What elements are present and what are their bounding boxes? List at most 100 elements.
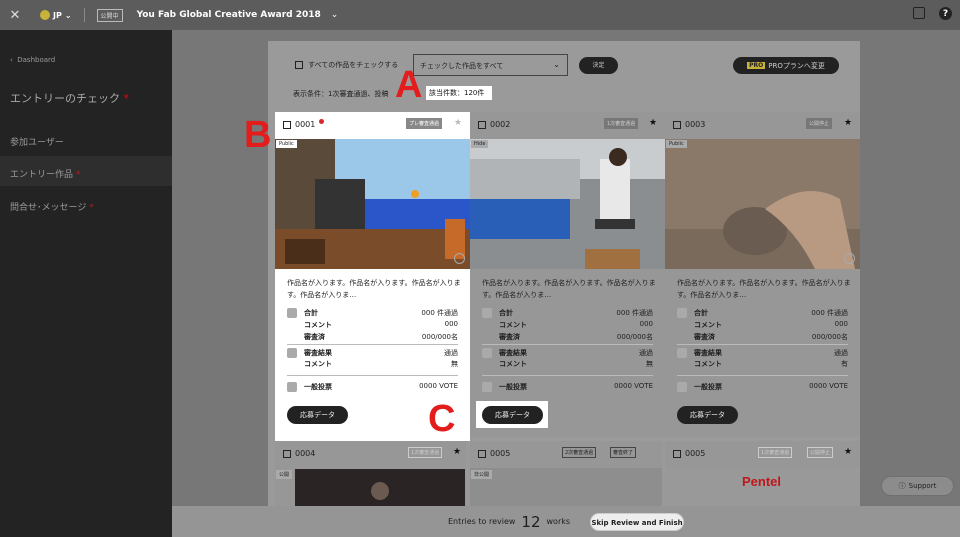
stat-value: 0000 VOTE: [419, 382, 458, 390]
stat-label: 一般投票: [499, 383, 527, 391]
entry-thumbnail[interactable]: Hide: [470, 139, 665, 269]
annotation-marker-c: C: [428, 398, 456, 440]
zoom-icon[interactable]: [844, 253, 855, 264]
bulk-action-value: チェックした作品をすべて: [420, 62, 504, 70]
skip-review-button[interactable]: Skip Review and Finish: [590, 512, 685, 531]
app-logo-icon[interactable]: ✕: [0, 0, 30, 30]
annotation-marker-b: B: [244, 114, 272, 156]
sidebar-item-label: 問合せ･メッセージ: [10, 203, 87, 213]
entry-checkbox[interactable]: [478, 449, 486, 458]
stat-label: コメント: [694, 360, 722, 368]
stat-value: 無: [646, 360, 653, 368]
application-data-button[interactable]: 応募データ: [287, 406, 348, 424]
visibility-badge: Public: [276, 140, 297, 148]
application-data-button[interactable]: 応募データ: [482, 406, 543, 424]
status-badge: 1次審査通過: [408, 447, 443, 458]
vote-icon: [677, 382, 687, 392]
sidebar-item-entries[interactable]: エントリー作品 *: [0, 156, 172, 186]
upgrade-pro-button[interactable]: PRO PROプランへ変更: [733, 57, 839, 74]
application-data-button[interactable]: 応募データ: [677, 406, 738, 424]
required-mark: *: [123, 92, 130, 105]
star-icon[interactable]: ★: [454, 118, 462, 128]
back-to-dashboard-link[interactable]: ‹ Dashboard: [10, 56, 55, 64]
chevron-down-icon: ⌄: [553, 60, 560, 69]
star-icon[interactable]: ★: [649, 118, 657, 128]
aquarium-image: [275, 139, 470, 269]
entry-stats: 合計 000 件通過 コメント 000 審査済 000/000名 審査結果 通過 コメン…: [287, 308, 458, 394]
visibility-badge: Hide: [471, 140, 489, 148]
support-label: Support: [908, 482, 937, 490]
entry-stats: 合計 000 件通過 コメント 000 審査済 000/000名 審査結果 通過 コメン…: [482, 308, 653, 394]
stat-value: 通過: [834, 349, 848, 357]
entry-thumbnail[interactable]: Public: [665, 139, 860, 269]
entry-card[interactable]: 0005 2次審査通過 審査終了 非公開: [470, 441, 662, 507]
star-icon[interactable]: ★: [844, 447, 852, 457]
entry-description: 作品名が入ります。作品名が入ります。作品名が入ります。作品名が入りま…: [677, 279, 851, 299]
entry-card[interactable]: 0004 1次審査通過 ★ 公開: [275, 441, 466, 507]
check-all-checkbox[interactable]: [295, 61, 303, 69]
stat-label: 合計: [694, 309, 708, 317]
entry-id: 0003: [685, 120, 706, 129]
entry-card[interactable]: 0001 プレ審査通過 ★ Public 作品名が入ります。作品名が入ります。作…: [275, 112, 470, 441]
result-count: 該当件数：120件: [426, 86, 492, 100]
check-all-control[interactable]: すべての作品をチェックする: [295, 60, 398, 70]
person-icon: [677, 348, 687, 358]
stat-value: 0000 VOTE: [614, 382, 653, 390]
decide-button[interactable]: 決定: [579, 57, 618, 74]
entry-checkbox[interactable]: [673, 449, 681, 458]
check-all-label: すべての作品をチェックする: [308, 61, 399, 69]
entry-checkbox[interactable]: [283, 449, 291, 458]
required-mark: *: [75, 170, 81, 180]
project-title[interactable]: You Fab Global Creative Award 2018: [137, 10, 321, 20]
sidebar-item-label: 参加ユーザー: [10, 138, 64, 148]
dashboard-label: Dashboard: [17, 56, 56, 64]
stat-label: 審査済: [499, 333, 520, 341]
stat-value: 000/000名: [616, 333, 653, 341]
stat-label: 審査結果: [499, 349, 527, 357]
entry-id: 0005: [490, 449, 511, 458]
status-badge: 1次審査通過: [604, 118, 639, 129]
stat-value: 000 件通過: [421, 309, 458, 317]
stat-label: コメント: [499, 360, 527, 368]
project-chevron-down-icon[interactable]: ⌄: [331, 10, 339, 20]
stat-label: コメント: [694, 321, 722, 329]
required-mark: *: [89, 203, 94, 213]
support-button[interactable]: ⓘ Support: [881, 476, 954, 496]
entry-checkbox[interactable]: [673, 120, 681, 129]
visibility-badge: 非公開: [471, 470, 493, 479]
review-count: 12: [521, 512, 541, 531]
stat-label: 合計: [499, 309, 513, 317]
zoom-icon[interactable]: [454, 253, 465, 264]
status-badge: 公開停止: [806, 118, 833, 129]
entry-checkbox[interactable]: [283, 120, 291, 129]
stat-label: 審査済: [304, 333, 325, 341]
calendar-icon[interactable]: [913, 7, 925, 19]
language-selector[interactable]: JP ⌄: [40, 10, 72, 20]
bulk-action-select[interactable]: チェックした作品をすべて ⌄: [413, 54, 568, 76]
entry-thumbnail[interactable]: Public: [275, 139, 470, 269]
star-icon[interactable]: ★: [453, 447, 461, 457]
entry-thumbnail[interactable]: [295, 469, 465, 507]
entry-card[interactable]: 0002 1次審査通過 ★ Hide 作品名が入ります。作品名が入ります。作品名…: [470, 112, 665, 437]
support-icon: ⓘ: [898, 482, 906, 490]
stat-label: 審査済: [694, 333, 715, 341]
stat-label: コメント: [304, 360, 332, 368]
star-icon[interactable]: ★: [844, 118, 852, 128]
stat-label: 一般投票: [304, 383, 332, 391]
pentel-logo: Pentel: [742, 474, 782, 489]
sidebar-item-users[interactable]: 参加ユーザー: [0, 124, 172, 154]
sidebar: ‹ Dashboard エントリーのチェック * 参加ユーザー エントリー作品 …: [0, 30, 172, 537]
entry-card[interactable]: 0003 公開停止 ★ Public 作品名が入ります。作品名が入ります。作品名…: [665, 112, 860, 437]
stat-label: 審査結果: [304, 349, 332, 357]
entry-thumbnail[interactable]: [470, 468, 662, 507]
entry-card[interactable]: 0005 1次審査通過 公開停止 ★ Pentel: [665, 441, 860, 507]
sidebar-heading-text: エントリーのチェック: [10, 92, 120, 105]
filter-condition: 表示条件：1次審査通過、投稿: [293, 90, 389, 98]
entry-thumbnail[interactable]: Pentel: [665, 468, 860, 507]
status-badge: 公開停止: [807, 447, 834, 458]
sidebar-heading: エントリーのチェック *: [10, 90, 129, 106]
sidebar-item-messages[interactable]: 問合せ･メッセージ *: [0, 189, 172, 219]
group-icon: [677, 308, 687, 318]
help-icon[interactable]: ?: [939, 7, 952, 20]
entry-checkbox[interactable]: [478, 120, 486, 129]
